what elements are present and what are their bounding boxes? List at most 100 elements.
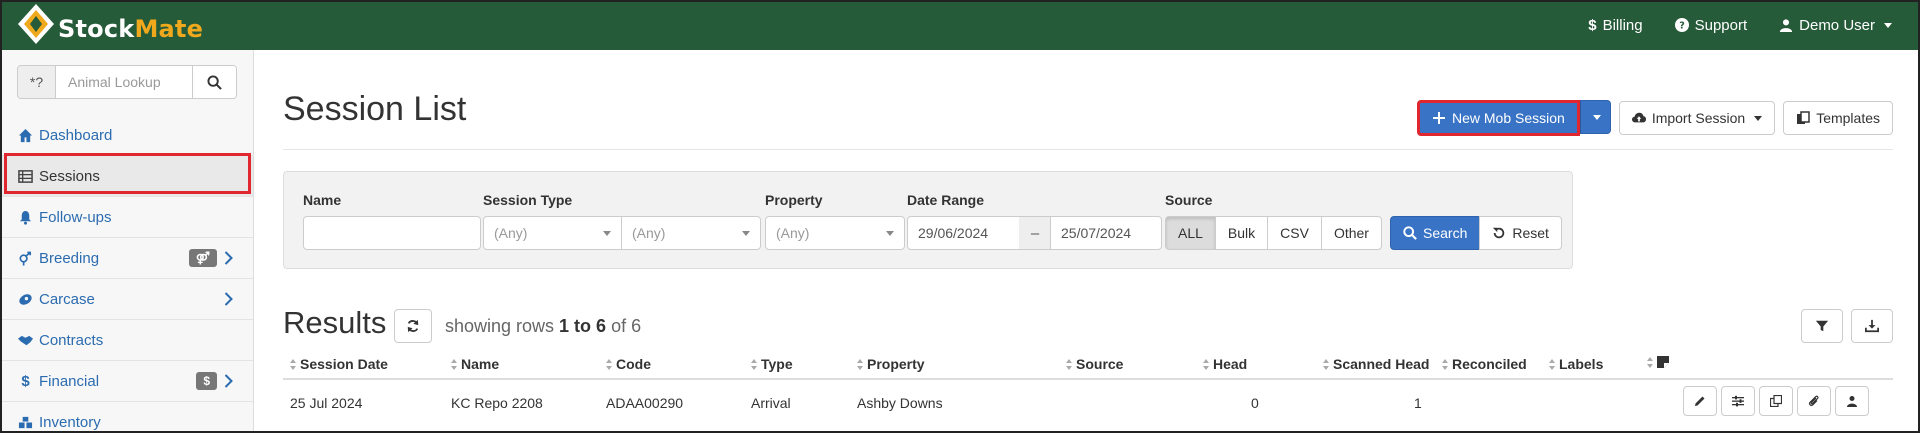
handshake-icon [18,335,33,345]
filter-actions: Search Reset [1390,216,1562,250]
col-source[interactable]: Source [1066,356,1123,372]
property-label: Property [765,192,823,208]
sidebar-item-label: Breeding [39,249,100,267]
name-filter-input[interactable] [303,216,481,250]
sidebar-item-label: Follow-ups [39,208,112,226]
financial-badge: $ [196,372,217,390]
sort-icon [1066,358,1073,370]
col-type[interactable]: Type [751,356,793,372]
svg-text:?: ? [1679,21,1685,32]
sidebar-item-label: Contracts [39,331,104,349]
search-button[interactable]: Search [1390,216,1481,250]
sort-icon [857,358,864,370]
name-filter-label: Name [303,192,342,208]
wildcard-addon[interactable]: *? [18,66,56,98]
sort-icon [1647,356,1654,368]
templates-button[interactable]: Templates [1783,101,1893,135]
col-labels[interactable]: Labels [1549,356,1603,372]
support-link[interactable]: ? Support [1674,17,1747,34]
col-session-date[interactable]: Session Date [290,356,388,372]
home-icon [18,128,33,142]
new-mob-session-button[interactable]: New Mob Session [1416,100,1580,136]
col-property[interactable]: Property [857,356,925,372]
lookup-search-button[interactable] [192,66,236,98]
chevron-down-icon [886,230,894,236]
results-count: showing rows 1 to 6 of 6 [445,316,641,337]
stockmate-logo-icon [18,4,54,44]
title-divider [283,149,1893,150]
source-bulk-button[interactable]: Bulk [1214,216,1269,250]
sidebar-item-contracts[interactable]: Contracts [0,320,253,361]
table-row[interactable]: 25 Jul 2024 KC Repo 2208 ADAA00290 Arriv… [283,382,1893,424]
sidebar-item-inventory[interactable]: Inventory [0,402,253,433]
sidebar-item-sessions[interactable]: Sessions [0,156,253,197]
col-label: Scanned Head [1333,356,1430,372]
download-icon [1865,319,1879,333]
showing-suffix: of 6 [606,316,642,336]
billing-link[interactable]: $ Billing [1588,17,1642,34]
cell-type: Arrival [751,395,791,411]
animal-lookup: *? [17,65,237,99]
chevron-down-icon [1884,22,1892,28]
source-other-button[interactable]: Other [1320,216,1382,250]
col-label: Code [616,356,651,372]
col-name[interactable]: Name [451,356,499,372]
top-nav-links: $ Billing ? Support Demo User [1588,0,1892,50]
refresh-button[interactable] [394,309,432,343]
sidebar-item-financial[interactable]: $ Financial $ [0,361,253,402]
templates-label: Templates [1816,110,1880,126]
dollar-icon: $ [1588,16,1597,34]
source-toggle-group: ALL Bulk CSV Other [1165,216,1382,250]
col-notes[interactable] [1647,356,1669,368]
undo-icon [1493,227,1505,239]
search-icon [1403,226,1417,240]
cell-property: Ashby Downs [857,395,943,411]
row-actions [1683,386,1869,416]
property-select[interactable]: (Any) [765,216,905,250]
session-type-2-value: (Any) [632,225,666,241]
import-session-button[interactable]: Import Session [1618,101,1776,135]
animal-lookup-input[interactable] [56,66,192,98]
cell-name: KC Repo 2208 [451,395,543,411]
adjust-button[interactable] [1721,386,1755,416]
col-head[interactable]: Head [1203,356,1247,372]
sort-icon [1323,358,1330,370]
refresh-icon [407,319,419,333]
download-button[interactable] [1851,309,1893,343]
sliders-icon [1732,395,1744,407]
source-csv-button[interactable]: CSV [1267,216,1322,250]
attachment-button[interactable] [1797,386,1831,416]
source-all-button[interactable]: ALL [1165,216,1216,250]
date-to-input[interactable]: 25/07/2024 [1050,216,1162,250]
user-menu[interactable]: Demo User [1779,17,1892,34]
plus-icon [1432,112,1445,124]
col-reconciled[interactable]: Reconciled [1442,356,1527,372]
sidebar-item-label: Dashboard [39,126,113,144]
col-scanned-head[interactable]: Scanned Head [1323,356,1429,372]
app-logo[interactable]: StockMate [16,2,203,46]
filter-columns-button[interactable] [1801,309,1843,343]
copy-button[interactable] [1759,386,1793,416]
new-session-dropdown[interactable] [1579,100,1611,134]
sidebar-item-carcase[interactable]: Carcase [0,279,253,320]
edit-button[interactable] [1683,386,1717,416]
date-from-input[interactable]: 29/06/2024 [907,216,1020,250]
new-session-label: New Mob Session [1451,110,1565,126]
sidebar-item-label: Sessions [39,167,100,185]
user-name: Demo User [1799,16,1875,34]
session-type-select-2[interactable]: (Any) [621,216,761,250]
session-type-select-1[interactable]: (Any) [483,216,622,250]
sort-icon [451,358,458,370]
sidebar-item-breeding[interactable]: Breeding ⚤ [0,238,253,279]
pencil-icon [1695,396,1705,406]
chevron-right-icon [224,374,233,388]
gender-icon [19,251,32,266]
cell-session-date: 25 Jul 2024 [290,395,363,411]
sidebar-item-dashboard[interactable]: Dashboard [0,115,253,156]
dollar-icon: $ [21,372,30,390]
assign-user-button[interactable] [1835,386,1869,416]
reset-button[interactable]: Reset [1479,216,1562,250]
new-session-group: New Mob Session [1416,100,1611,136]
sidebar-item-follow-ups[interactable]: Follow-ups [0,197,253,238]
col-code[interactable]: Code [606,356,651,372]
